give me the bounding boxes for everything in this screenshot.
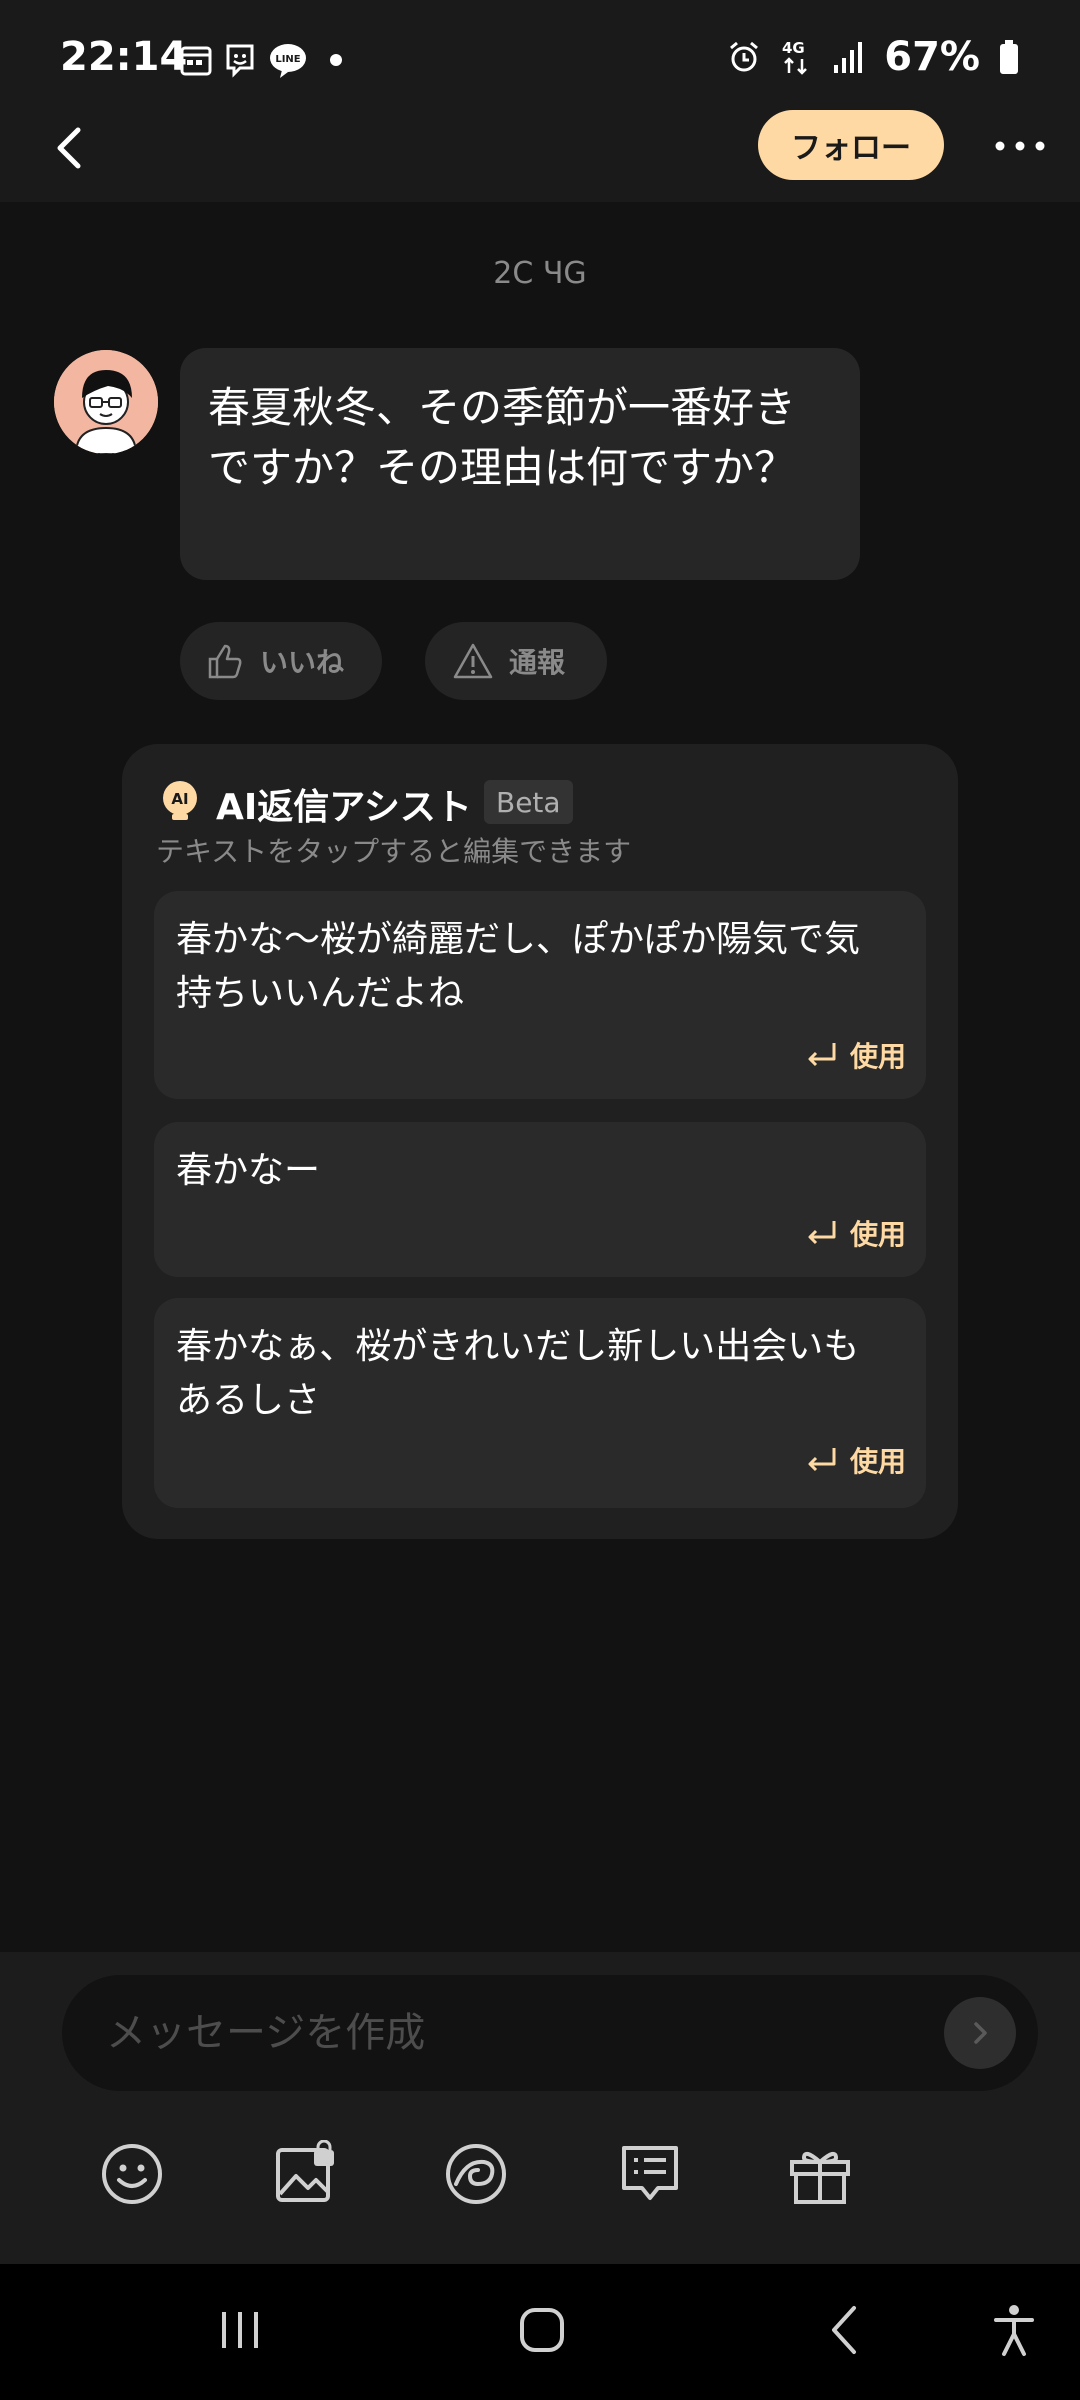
ai-assist-subtitle: テキストをタップすると編集できます <box>156 835 632 868</box>
back-button[interactable] <box>40 118 100 178</box>
thumbs-up-icon <box>208 644 242 679</box>
ai-assist-title: AI返信アシスト <box>216 787 472 828</box>
use-label: 使用 <box>849 1445 906 1478</box>
calendar-icon <box>180 46 212 76</box>
suggestion-card[interactable]: 春かなー 使用 <box>154 1122 926 1277</box>
more-options-icon[interactable] <box>990 126 1050 166</box>
return-arrow-icon <box>808 1043 836 1067</box>
line-app-icon: LINE <box>270 44 306 78</box>
beta-badge: Beta <box>484 780 573 824</box>
use-label: 使用 <box>849 1218 906 1251</box>
locked-image-icon[interactable] <box>270 2140 338 2208</box>
svg-text:LINE: LINE <box>275 54 300 65</box>
emoji-icon[interactable] <box>98 2140 166 2208</box>
signal-icon <box>834 42 863 73</box>
network-4g-icon: 4G <box>782 39 808 75</box>
suggestion-text[interactable]: 春かなー <box>176 1144 876 1198</box>
battery-percent: 67% <box>884 34 980 80</box>
message-input[interactable] <box>62 1975 1038 2091</box>
alarm-icon <box>730 41 759 72</box>
avatar[interactable] <box>54 350 158 454</box>
recent-apps-icon[interactable] <box>210 2300 270 2360</box>
use-suggestion-button[interactable]: 使用 <box>804 1033 906 1077</box>
return-arrow-icon <box>808 1448 836 1472</box>
chevron-right-icon <box>974 2022 987 2044</box>
suggestion-card[interactable]: 春かなぁ、桜がきれいだし新しい出会いもあるしさ 使用 <box>154 1298 926 1508</box>
report-button[interactable]: 通報 <box>425 622 607 700</box>
svg-text:AI: AI <box>171 790 188 808</box>
battery-icon <box>1000 40 1018 74</box>
received-message-bubble: 春夏秋冬、その季節が一番好きですか？その理由は何ですか？ <box>180 348 860 580</box>
accessibility-icon[interactable] <box>984 2300 1044 2360</box>
dot-icon <box>330 54 342 66</box>
gift-icon[interactable] <box>786 2140 854 2208</box>
report-label: 通報 <box>509 646 566 679</box>
ai-bulb-icon: AI <box>163 781 197 820</box>
suggestion-text[interactable]: 春かな〜桜が綺麗だし、ぽかぽか陽気で気持ちいいんだよね <box>176 913 876 1021</box>
message-template-icon[interactable] <box>616 2140 684 2208</box>
sticker-icon[interactable] <box>442 2140 510 2208</box>
warning-icon <box>453 643 493 679</box>
nav-back-icon[interactable] <box>816 2300 876 2360</box>
use-suggestion-button[interactable]: 使用 <box>804 1211 906 1255</box>
suggestion-card[interactable]: 春かな〜桜が綺麗だし、ぽかぽか陽気で気持ちいいんだよね 使用 <box>154 891 926 1099</box>
status-right-group: 4G 67% <box>726 34 1020 80</box>
like-button[interactable]: いいね <box>180 622 382 700</box>
suggestion-text[interactable]: 春かなぁ、桜がきれいだし新しい出会いもあるしさ <box>176 1320 876 1428</box>
use-suggestion-button[interactable]: 使用 <box>804 1438 906 1482</box>
chat-app-icon <box>226 44 254 78</box>
like-label: いいね <box>260 646 345 679</box>
return-arrow-icon <box>808 1221 836 1245</box>
status-time: 22:14 <box>60 34 188 80</box>
use-label: 使用 <box>849 1040 906 1073</box>
svg-text:4G: 4G <box>782 39 805 57</box>
follow-button[interactable]: フォロー <box>758 110 944 180</box>
avatar-illustration-icon <box>54 350 158 454</box>
date-separator: 2C ЧG <box>493 256 587 291</box>
home-icon[interactable] <box>512 2300 572 2360</box>
send-button[interactable] <box>944 1997 1016 2069</box>
